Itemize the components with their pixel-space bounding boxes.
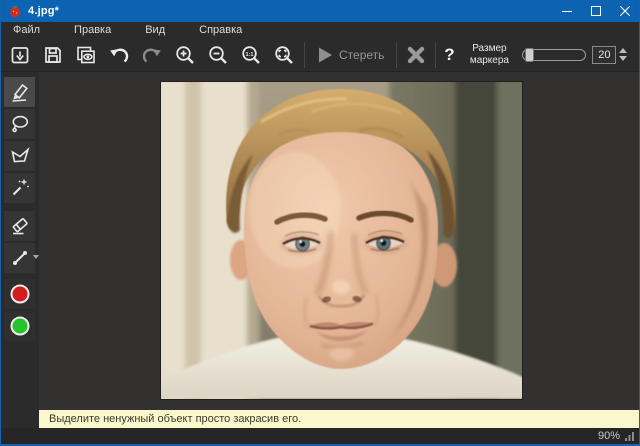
title-bar[interactable]: 4.jpg* [1,0,639,22]
help-button[interactable]: ? [440,40,458,70]
hint-row: Выделите ненужный объект просто закрасив… [1,410,639,428]
tool-sidebar [1,72,39,410]
line-icon [8,246,32,270]
red-marker-button[interactable] [4,279,35,309]
toolbar-separator [396,42,397,68]
red-circle-icon [8,282,32,306]
toolbar: 1:1 Стереть ? Размер маркера [1,38,639,72]
marker-icon [8,80,32,104]
polygon-lasso-tool-button[interactable] [4,141,35,171]
line-tool-button[interactable] [4,243,35,273]
magic-wand-icon [8,176,32,200]
hint-row-filler [1,410,39,428]
lasso-icon [8,112,32,136]
polygon-lasso-icon [8,144,32,168]
menu-bar: Файл Правка Вид Справка [1,22,639,38]
eraser-tool-button[interactable] [4,211,35,241]
window-controls [552,0,639,22]
zoom-fit-button[interactable] [267,40,300,70]
marker-size-label: Размер маркера [464,43,514,66]
menu-file[interactable]: Файл [11,24,42,36]
save-button[interactable] [36,40,69,70]
spinner-down-icon[interactable] [619,56,627,61]
eraser-icon [8,214,32,238]
erase-button-label: Стереть [339,48,384,62]
marker-tool-button[interactable] [4,77,35,107]
toolbar-separator [304,42,305,68]
play-icon [317,46,333,64]
x-icon [406,45,426,65]
magic-wand-tool-button[interactable] [4,173,35,203]
status-bar: 90% [1,428,639,444]
zoom-actual-size-button[interactable]: 1:1 [234,40,267,70]
green-circle-icon [8,314,32,338]
menu-help[interactable]: Справка [197,24,244,36]
undo-button[interactable] [102,40,135,70]
window-title: 4.jpg* [28,5,59,17]
marker-size-slider[interactable] [522,49,586,61]
svg-text:1:1: 1:1 [245,51,253,57]
photo[interactable] [161,82,522,399]
zoom-level-indicator: 90% [598,430,620,442]
resize-grip[interactable] [625,431,635,441]
slider-handle[interactable] [525,48,534,62]
close-button[interactable] [610,0,639,22]
zoom-in-button[interactable] [168,40,201,70]
green-marker-button[interactable] [4,311,35,341]
image-canvas[interactable] [39,72,639,410]
app-window: 4.jpg* Файл Правка Вид Справка [0,0,640,446]
spinner-arrows [619,48,627,61]
toolbar-separator [435,42,436,68]
main-area [1,72,639,410]
cancel-button[interactable] [401,40,431,70]
menu-view[interactable]: Вид [143,24,167,36]
spinner-up-icon[interactable] [619,48,627,53]
hint-text: Выделите ненужный объект просто закрасив… [49,413,301,425]
marker-size-value[interactable]: 20 [592,46,616,64]
minimize-button[interactable] [552,0,581,22]
redo-button[interactable] [135,40,168,70]
maximize-button[interactable] [581,0,610,22]
lasso-tool-button[interactable] [4,109,35,139]
hint-bar: Выделите ненужный объект просто закрасив… [39,410,639,428]
menu-edit[interactable]: Правка [72,24,113,36]
compare-original-button[interactable] [69,40,102,70]
zoom-out-button[interactable] [201,40,234,70]
erase-button[interactable]: Стереть [309,40,392,70]
marker-size-spinbox: 20 [592,46,627,64]
open-button[interactable] [3,40,36,70]
app-icon [8,4,22,18]
